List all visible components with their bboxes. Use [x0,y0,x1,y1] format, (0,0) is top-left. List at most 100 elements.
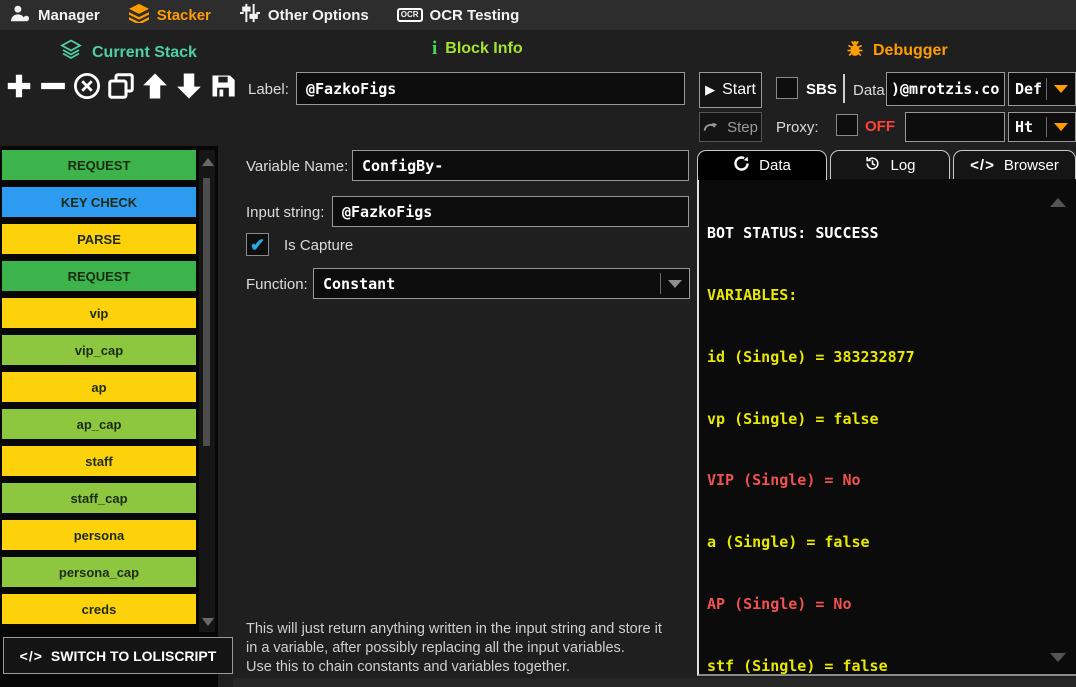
menu-item-label: Stacker [157,7,211,24]
description-line: This will just return anything written i… [246,620,662,639]
menu-item-label: Other Options [268,7,369,24]
scroll-down-arrow-icon[interactable] [202,618,214,626]
variable-name-input[interactable] [352,150,689,181]
stack-block[interactable]: ap [2,372,196,402]
menu-item-label: Manager [38,7,100,24]
tab-label: Browser [1004,157,1059,174]
input-string-input[interactable] [332,196,689,227]
remove-block-button[interactable] [36,68,69,108]
scroll-up-arrow-icon[interactable] [202,158,214,166]
scrollbar-thumb[interactable] [203,178,210,446]
log-line: a (Single) = false [707,532,1076,553]
bug-icon [845,38,865,63]
history-clock-icon [864,155,881,176]
stack-toolbar [2,68,239,108]
menu-item-ocr-testing[interactable]: OCR OCR Testing [397,7,520,24]
wordlist-type-select[interactable]: Def [1008,72,1076,106]
add-block-button[interactable] [2,68,35,108]
chevron-down-icon [1047,123,1075,131]
proxy-type-value: Ht [1009,118,1046,136]
floppy-save-icon [209,72,237,105]
proxy-label: Proxy: [776,119,819,136]
description-line: in a variable, after possibly replacing … [246,639,662,658]
tab-label: Log [890,157,915,174]
proxy-checkbox[interactable] [836,114,858,136]
function-select[interactable]: Constant [313,268,690,299]
menu-item-other-options[interactable]: Other Options [239,3,369,27]
stack-block[interactable]: REQUEST [2,261,196,291]
tab-data[interactable]: Data [697,150,827,180]
stack-block[interactable]: ap_cap [2,409,196,439]
play-icon: ▶ [705,82,715,98]
log-scroll-up-icon[interactable] [1050,198,1066,207]
log-line: VARIABLES: [707,285,1076,306]
stack-block[interactable]: PARSE [2,224,196,254]
arrow-up-icon [140,71,170,106]
tab-log[interactable]: Log [830,150,950,179]
refresh-circle-icon [733,155,750,176]
start-button[interactable]: ▶ Start [699,72,762,108]
stack-block-list: REQUEST KEY CHECK PARSE REQUEST vip vip_… [0,150,196,631]
proxy-input[interactable] [905,112,1005,142]
minus-icon [38,71,68,106]
menu-item-label: OCR Testing [430,7,520,24]
move-down-button[interactable] [172,68,205,108]
stack-block[interactable]: vip [2,298,196,328]
log-line: id (Single) = 383232877 [707,347,1076,368]
code-icon: </> [970,157,995,174]
stack-layers-icon [128,3,150,27]
current-stack-title: Current Stack [92,44,197,62]
step-button[interactable]: Step [699,112,762,142]
data-label: Data: [853,82,889,99]
stack-block[interactable]: KEY CHECK [2,187,196,217]
current-stack-header: Current Stack [58,38,197,67]
stack-block[interactable]: persona [2,520,196,550]
save-config-button[interactable] [206,68,239,108]
data-input[interactable] [886,72,1005,106]
chevron-down-icon [661,280,689,288]
menu-item-manager[interactable]: Manager [10,4,100,27]
start-button-label: Start [722,81,756,99]
debugger-data-output[interactable]: BOT STATUS: SUCCESS VARIABLES: id (Singl… [697,179,1076,676]
stack-block[interactable]: vip_cap [2,335,196,365]
move-up-button[interactable] [138,68,171,108]
log-line: BOT STATUS: SUCCESS [707,223,1076,244]
block-info-header: i Block Info [432,38,523,60]
person-gear-icon [10,4,31,27]
bottom-strip [233,678,1076,687]
debugger-title: Debugger [873,42,948,60]
block-description: This will just return anything written i… [246,620,662,677]
stack-block[interactable]: creds [2,594,196,624]
switch-to-loliscript-button[interactable]: </> SWITCH TO LOLISCRIPT [3,637,233,674]
clone-block-button[interactable] [104,68,137,108]
menu-item-stacker[interactable]: Stacker [128,3,211,27]
label-input[interactable] [296,72,685,105]
label-field-label: Label: [248,81,289,98]
sbs-checkbox[interactable] [776,77,798,99]
debugger-header: Debugger [845,38,948,63]
log-line: vp (Single) = false [707,409,1076,430]
log-line: VIP (Single) = No [707,470,1076,491]
openbullet-stacker-window: Manager Stacker Other Options OCR OCR Te… [0,0,1076,687]
check-icon: ✔ [250,236,265,254]
proxy-type-select[interactable]: Ht [1008,112,1076,142]
info-icon: i [432,38,437,60]
stack-block[interactable]: persona_cap [2,557,196,587]
stack-block[interactable]: staff [2,446,196,476]
log-line: stf (Single) = false [707,656,1076,677]
plus-icon [4,71,34,106]
clear-stack-button[interactable] [70,68,103,108]
stack-scrollbar[interactable] [199,150,215,632]
sbs-label: SBS [806,81,837,98]
step-button-label: Step [727,119,758,136]
stack-block[interactable]: REQUEST [2,150,196,180]
stack-block[interactable]: staff_cap [2,483,196,513]
copy-icon [106,71,136,106]
tab-browser[interactable]: </> Browser [953,150,1076,179]
is-capture-checkbox[interactable]: ✔ [246,233,269,256]
ocr-box-icon: OCR [397,8,423,22]
top-menu-bar: Manager Stacker Other Options OCR OCR Te… [0,0,1076,30]
log-scroll-down-icon[interactable] [1050,653,1066,662]
sliders-icon [239,3,261,27]
code-icon: </> [20,648,43,664]
